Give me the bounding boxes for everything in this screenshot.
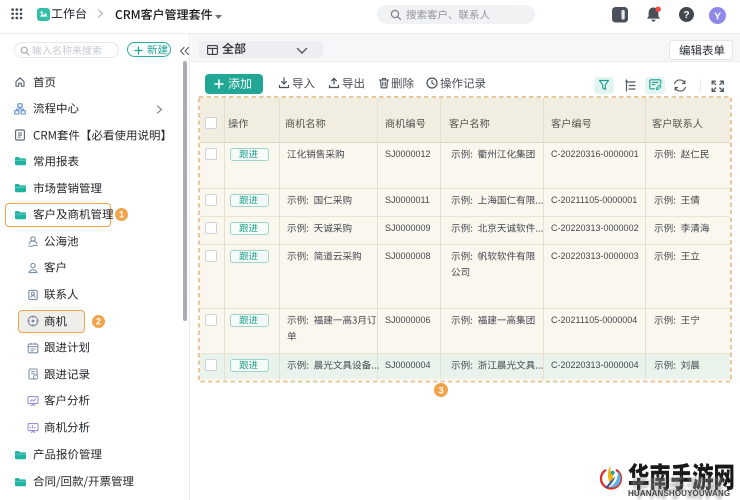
- svg-text:Y: Y: [714, 10, 721, 22]
- svg-text:?: ?: [683, 10, 689, 21]
- svg-text:1: 1: [119, 210, 124, 220]
- svg-text:3: 3: [438, 385, 443, 396]
- svg-text:2: 2: [95, 316, 100, 326]
